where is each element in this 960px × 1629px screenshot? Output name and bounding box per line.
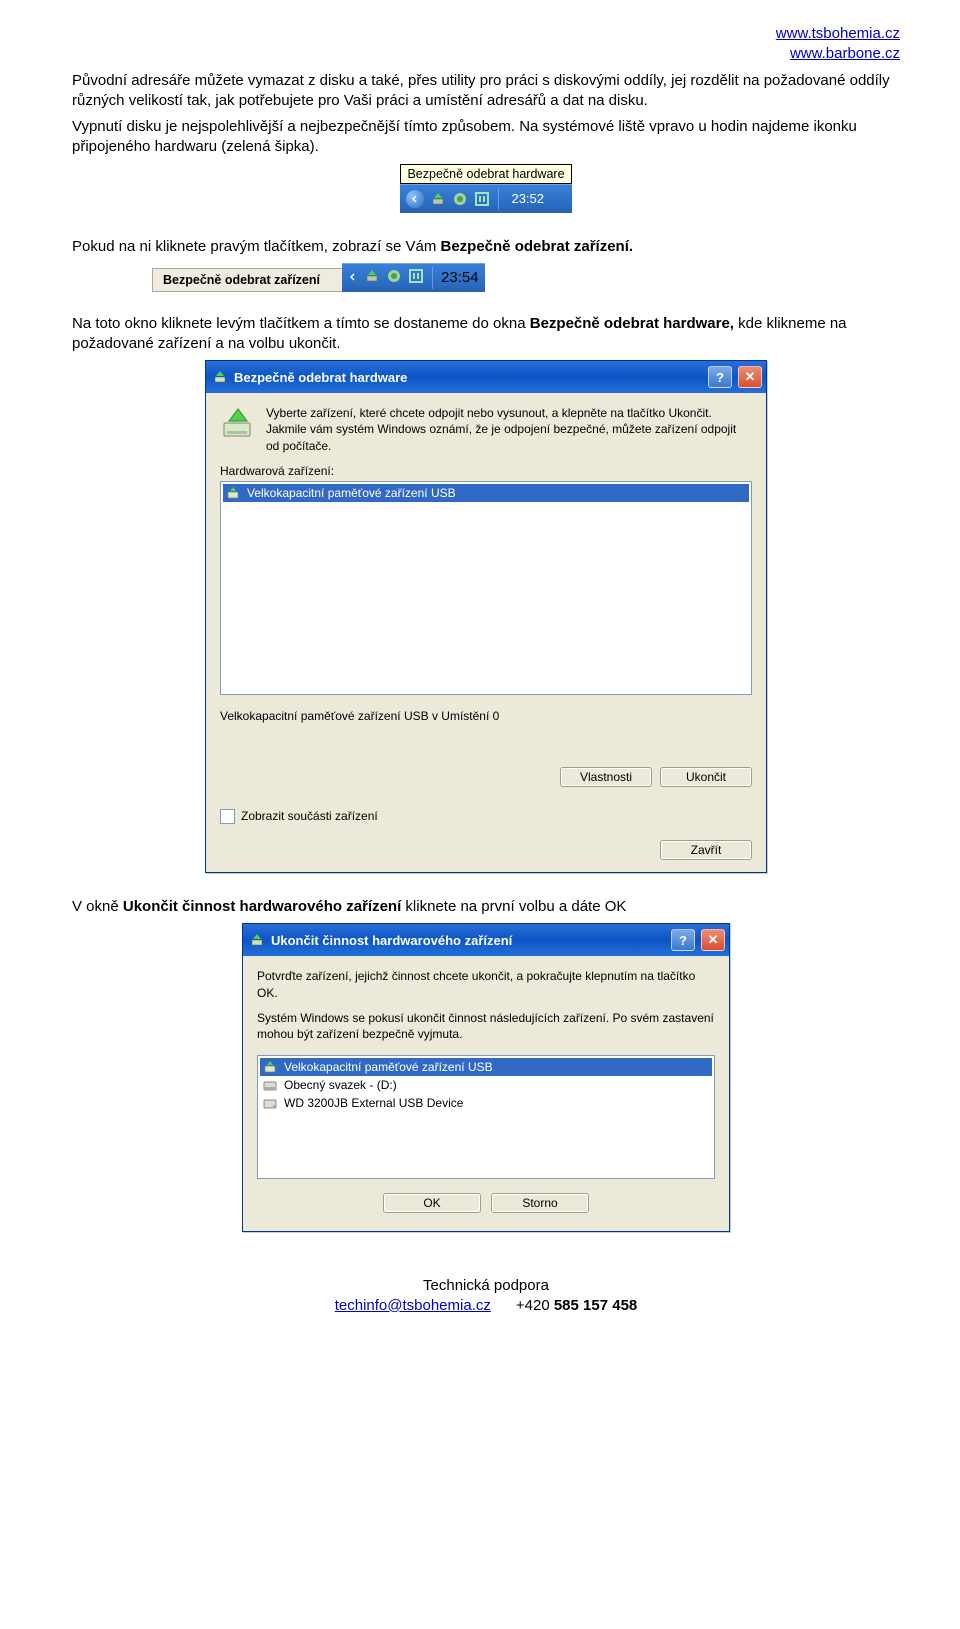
paragraph-2: Vypnutí disku je nejspolehlivější a nejb… (72, 117, 900, 158)
tray-icon-2 (386, 268, 402, 288)
titlebar-close-button[interactable]: ✕ (701, 929, 725, 951)
properties-button[interactable]: Vlastnosti (560, 767, 652, 787)
ok-button[interactable]: OK (383, 1193, 481, 1213)
dialog-title: Ukončit činnost hardwarového zařízení (271, 933, 512, 948)
header-link-2[interactable]: www.barbone.cz (790, 45, 900, 62)
paragraph-1: Původní adresáře můžete vymazat z disku … (72, 71, 900, 112)
dialog-title-icon (212, 369, 228, 385)
show-components-label: Zobrazit součásti zařízení (241, 809, 378, 823)
header-link-1[interactable]: www.tsbohemia.cz (776, 25, 900, 42)
list-item[interactable]: Velkokapacitní paměťové zařízení USB (260, 1058, 712, 1076)
dialog-safely-remove: Bezpečně odebrat hardware ? ✕ Vyberte za… (205, 360, 767, 873)
footer-phone-prefix: +420 (516, 1297, 554, 1314)
titlebar-close-button[interactable]: ✕ (738, 366, 762, 388)
eject-hardware-icon (430, 191, 446, 207)
page-footer: Technická podpora techinfo@tsbohemia.cz … (72, 1276, 900, 1315)
menu-safely-remove-button[interactable]: Bezpečně odebrat zařízení (152, 268, 343, 292)
stop-device-listbox[interactable]: Velkokapacitní paměťové zařízení USB Obe… (257, 1055, 715, 1179)
close-button[interactable]: Zavřít (660, 840, 752, 860)
tray-icon-2 (452, 191, 468, 207)
disk-icon (262, 1095, 278, 1111)
tray-clock: 23:54 (441, 269, 479, 286)
device-description: Velkokapacitní paměťové zařízení USB v U… (220, 705, 752, 761)
paragraph-4: Na toto okno kliknete levým tlačítkem a … (72, 314, 900, 355)
header-links: www.tsbohemia.cz www.barbone.cz (72, 24, 900, 65)
dialog-title-icon (249, 932, 265, 948)
stop-button[interactable]: Ukončit (660, 767, 752, 787)
footer-phone: 585 157 458 (554, 1297, 637, 1314)
tray-clock: 23:52 (511, 191, 548, 206)
footer-title: Technická podpora (423, 1277, 549, 1294)
list-item[interactable]: Obecný svazek - (D:) (260, 1076, 712, 1094)
titlebar-help-button[interactable]: ? (671, 929, 695, 951)
tray-icon-3 (474, 191, 490, 207)
dialog-intro-text: Vyberte zařízení, které chcete odpojit n… (266, 405, 752, 454)
volume-icon (262, 1077, 278, 1093)
dialog-intro-1: Potvrďte zařízení, jejichž činnost chcet… (257, 968, 715, 1002)
paragraph-3: Pokud na ni kliknete pravým tlačítkem, z… (72, 237, 900, 257)
footer-email-link[interactable]: techinfo@tsbohemia.cz (335, 1297, 491, 1314)
dialog-stop-device: Ukončit činnost hardwarového zařízení ? … (242, 923, 730, 1232)
tray-screenshot-2: Bezpečně odebrat zařízení 23:5 (152, 263, 485, 292)
show-components-checkbox[interactable] (220, 809, 235, 824)
cancel-button[interactable]: Storno (491, 1193, 589, 1213)
list-item[interactable]: WD 3200JB External USB Device (260, 1094, 712, 1112)
eject-hardware-icon (364, 268, 380, 288)
hardware-list-label: Hardwarová zařízení: (220, 464, 752, 478)
hardware-listbox[interactable]: Velkokapacitní paměťové zařízení USB (220, 481, 752, 695)
dialog-intro-icon (220, 405, 256, 441)
usb-device-icon (225, 485, 241, 501)
paragraph-5: V okně Ukončit činnost hardwarového zaří… (72, 897, 900, 917)
list-item[interactable]: Velkokapacitní paměťové zařízení USB (223, 484, 749, 502)
dialog-title: Bezpečně odebrat hardware (234, 370, 407, 385)
titlebar-help-button[interactable]: ? (708, 366, 732, 388)
dialog-intro-2: Systém Windows se pokusí ukončit činnost… (257, 1010, 715, 1044)
tray-expand-icon (348, 269, 358, 286)
tray-expand-icon (406, 190, 424, 208)
usb-device-icon (262, 1059, 278, 1075)
tray-icon-3 (408, 268, 424, 288)
tooltip-remove-hardware: Bezpečně odebrat hardware (400, 164, 571, 184)
tray-screenshot-1: Bezpečně odebrat hardware 23:52 (400, 164, 571, 213)
